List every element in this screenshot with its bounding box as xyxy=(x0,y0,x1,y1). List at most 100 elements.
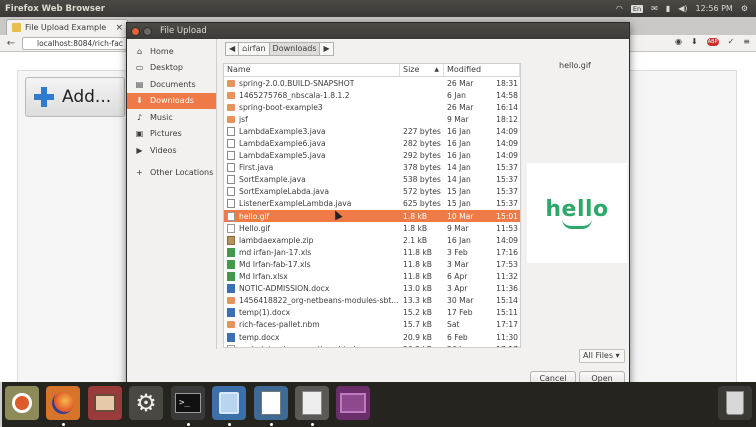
file-time: 17:53 xyxy=(496,259,518,269)
music-icon: ♪ xyxy=(136,112,143,122)
file-row[interactable]: First.java 378 bytes 14 Jan 15:37 xyxy=(224,162,520,174)
file-row[interactable]: SortExampleLabda.java 572 bytes 15 Jan 15:3… xyxy=(224,186,520,198)
file-row[interactable]: scala-interview-questions.html 26.2 kB26 … xyxy=(224,343,520,347)
wifi-icon[interactable]: ◠ xyxy=(616,4,623,13)
column-modified[interactable]: Modified xyxy=(444,64,520,76)
file-row[interactable]: spring-2.0.0.BUILD-SNAPSHOT 26 Mar 18:31 xyxy=(224,77,520,89)
document-viewer-launcher-icon[interactable] xyxy=(254,386,288,420)
file-name: Md Irfan-fab-17.xls xyxy=(239,259,311,269)
file-name: NOTIC-ADMISSION.docx xyxy=(239,284,330,294)
file-row[interactable]: jsf 9 Mar 18:12 xyxy=(224,113,520,125)
column-size[interactable]: Size ▲ xyxy=(400,64,444,76)
file-name-cell: jsf xyxy=(224,115,400,124)
place-downloads[interactable]: ⬇ Downloads xyxy=(127,92,216,109)
file-modified: 16 Jan 14:09 xyxy=(444,151,520,160)
file-modified: 26 Mar 16:14 xyxy=(444,103,520,112)
file-row[interactable]: LambdaExample3.java 227 bytes 16 Jan 14:09 xyxy=(224,125,520,137)
place-videos[interactable]: ▶ Videos xyxy=(127,142,216,159)
file-name: rich-faces-pallet.nbm xyxy=(239,320,320,330)
img-file-icon xyxy=(227,223,235,233)
file-row[interactable]: hello.gif 1.8 kB 10 Mar 15:01 xyxy=(224,210,520,223)
file-name: temp.docx xyxy=(239,332,280,342)
files-launcher-icon[interactable] xyxy=(88,386,122,420)
battery-icon[interactable]: ▮ xyxy=(666,4,670,13)
file-time: 11:30 xyxy=(496,332,518,342)
path-downloads-button[interactable]: Downloads xyxy=(269,42,321,56)
file-row[interactable]: 1456418822_org-netbeans-modules-sbt... 13… xyxy=(224,295,520,307)
launcher-dock: ⚙ >_ xyxy=(0,382,756,427)
file-name: SortExampleLabda.java xyxy=(239,187,330,197)
plus-icon xyxy=(34,87,54,107)
path-home-button[interactable]: ⌂irfan xyxy=(239,42,270,56)
download-icon[interactable]: ⬇ xyxy=(691,37,698,46)
url-bar[interactable]: localhost:8084/rich-fac xyxy=(22,36,138,50)
java-file-icon xyxy=(227,139,235,149)
text-editor-launcher-icon[interactable] xyxy=(295,386,329,420)
file-row[interactable]: rich-faces-pallet.nbm 15.7 kB Sat 17:17 xyxy=(224,319,520,331)
system-settings-launcher-icon[interactable]: ⚙ xyxy=(129,386,163,420)
extension-icon[interactable]: ✓ xyxy=(728,37,735,46)
file-type-filter[interactable]: All Files ▾ xyxy=(579,349,625,363)
preview-filename: hello.gif xyxy=(559,61,591,70)
file-date: 9 Mar xyxy=(447,114,469,124)
tab-close-icon[interactable]: × xyxy=(115,23,123,33)
file-row[interactable]: NOTIC-ADMISSION.docx 13.0 kB 3 Apr 11:36 xyxy=(224,283,520,295)
column-name[interactable]: Name xyxy=(224,64,400,76)
videos-icon: ▶ xyxy=(136,145,143,155)
file-row[interactable]: ListenerExampleLambda.java 625 bytes 15 Ja… xyxy=(224,198,520,210)
firefox-launcher-icon[interactable] xyxy=(46,386,80,420)
file-row[interactable]: temp.docx 20.9 kB 6 Feb 11:30 xyxy=(224,331,520,343)
file-modified: 17 Feb 15:11 xyxy=(444,308,520,317)
terminal-launcher-icon[interactable]: >_ xyxy=(171,386,205,420)
volume-icon[interactable]: ◀) xyxy=(678,4,687,13)
file-row[interactable]: LambdaExample6.java 282 bytes 16 Jan 14:09 xyxy=(224,137,520,149)
browser-tab[interactable]: File Upload Example × xyxy=(6,19,128,35)
file-row[interactable]: Hello.gif 1.8 kB 9 Mar 11:53 xyxy=(224,222,520,234)
file-size: 15.7 kB xyxy=(403,320,432,330)
file-row[interactable]: 1465275768_nbscala-1.8.1.2 6 Jan 14:58 xyxy=(224,89,520,101)
file-date: 26 Mar xyxy=(447,102,474,112)
file-row[interactable]: Md Irfan-fab-17.xls 11.8 kB 3 Mar 17:53 xyxy=(224,258,520,270)
place-documents[interactable]: ▤ Documents xyxy=(127,76,216,93)
file-name-cell: ListenerExampleLambda.java xyxy=(224,199,400,209)
file-row[interactable]: spring-boot-example3 26 Mar 16:14 xyxy=(224,101,520,113)
virtualbox-launcher-icon[interactable] xyxy=(212,386,246,420)
place-label: Documents xyxy=(150,79,196,89)
add-file-button[interactable]: Add... xyxy=(25,77,125,117)
place-other-locations[interactable]: + Other Locations xyxy=(127,165,216,182)
back-arrow-icon[interactable]: ← xyxy=(4,38,18,49)
file-row[interactable]: SortExample.java 538 bytes 14 Jan 15:37 xyxy=(224,174,520,186)
file-name-cell: lambdaexample.zip xyxy=(224,235,400,245)
trash-icon[interactable] xyxy=(718,386,752,420)
clock[interactable]: 12:56 PM xyxy=(696,4,733,13)
adblock-icon[interactable]: ABP xyxy=(706,37,719,46)
place-home[interactable]: ⌂ Home xyxy=(127,43,216,60)
minimize-window-icon[interactable] xyxy=(143,26,152,36)
path-back-icon[interactable]: ◀ xyxy=(225,42,240,56)
workspace-switcher-icon[interactable] xyxy=(336,386,370,420)
file-modified: 16 Jan 14:09 xyxy=(444,236,520,245)
file-modified: 15 Jan 15:37 xyxy=(444,199,520,208)
file-size: 538 bytes xyxy=(403,175,441,185)
file-name: spring-2.0.0.BUILD-SNAPSHOT xyxy=(239,78,355,88)
ubuntu-dash-icon[interactable] xyxy=(5,386,39,420)
file-row[interactable]: temp(1).docx 15.2 kB 17 Feb 15:11 xyxy=(224,307,520,319)
launcher-edge xyxy=(0,382,2,427)
keyboard-layout-indicator[interactable]: En xyxy=(630,4,644,13)
file-size: 292 bytes xyxy=(403,151,441,161)
file-row[interactable]: LambdaExample5.java 292 bytes 16 Jan 14:09 xyxy=(224,150,520,162)
path-forward-icon[interactable]: ▶ xyxy=(320,42,334,56)
column-size-label: Size xyxy=(403,65,420,74)
close-window-icon[interactable] xyxy=(131,26,140,36)
mail-icon[interactable]: ✉ xyxy=(651,4,658,13)
settings-gear-icon[interactable]: ⚙ xyxy=(741,4,748,13)
file-row[interactable]: md irfan-Jan-17.xls 11.8 kB 3 Feb 17:16 xyxy=(224,246,520,258)
place-pictures[interactable]: ▣ Pictures xyxy=(127,126,216,143)
file-row[interactable]: Md Irfan.xlsx 11.8 kB 6 Apr 11:32 xyxy=(224,271,520,283)
pocket-icon[interactable]: ◉ xyxy=(675,37,682,46)
menu-icon[interactable]: ≡ xyxy=(743,37,750,46)
place-music[interactable]: ♪ Music xyxy=(127,109,216,126)
place-desktop[interactable]: ▭ Desktop xyxy=(127,60,216,77)
file-modified: 3 Apr 11:36 xyxy=(444,284,520,293)
file-row[interactable]: lambdaexample.zip 2.1 kB 16 Jan 14:09 xyxy=(224,234,520,246)
